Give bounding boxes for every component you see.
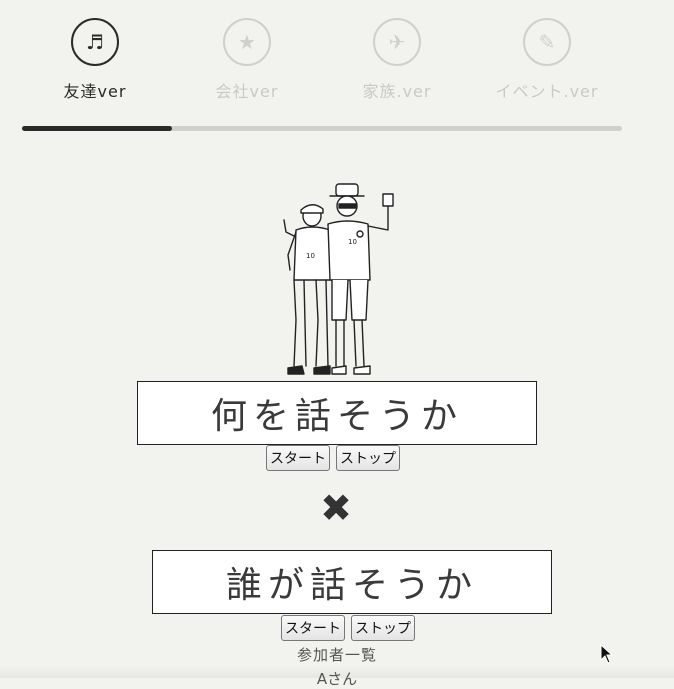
speaker-stop-button[interactable]: ストップ	[351, 615, 415, 641]
tab-event-label: イベント.ver	[495, 82, 599, 101]
cross-icon: ✖	[320, 486, 352, 530]
progress-fill	[22, 126, 172, 131]
mouse-cursor-icon	[600, 644, 614, 664]
speaker-display: 誰が話そうか	[152, 550, 552, 614]
tab-family[interactable]: ✈ 家族.ver	[322, 18, 472, 102]
speaker-controls: スタート ストップ	[281, 615, 415, 641]
topic-stop-button[interactable]: ストップ	[336, 445, 400, 471]
friends-illustration: 10 10	[283, 183, 394, 375]
tab-company-label: 会社ver	[215, 82, 279, 101]
progress-bar	[22, 126, 622, 131]
svg-text:10: 10	[348, 238, 357, 246]
participants-title: 参加者一覧	[296, 646, 377, 664]
star-icon: ★	[223, 18, 271, 66]
version-tabs: ♬ 友達ver ★ 会社ver ✈ 家族.ver ✎ イベント.ver	[20, 18, 624, 108]
music-note-icon: ♬	[71, 18, 119, 66]
svg-text:10: 10	[306, 252, 315, 260]
bottom-edge	[0, 666, 674, 678]
speaker-start-button[interactable]: スタート	[281, 615, 345, 641]
tab-family-label: 家族.ver	[362, 82, 432, 101]
topic-controls: スタート ストップ	[266, 445, 400, 471]
pencil-icon: ✎	[523, 18, 571, 66]
airplane-icon: ✈	[373, 18, 421, 66]
topic-start-button[interactable]: スタート	[266, 445, 330, 471]
tab-friends[interactable]: ♬ 友達ver	[20, 18, 170, 102]
topic-display: 何を話そうか	[137, 381, 537, 445]
tab-company[interactable]: ★ 会社ver	[172, 18, 322, 102]
tab-friends-label: 友達ver	[63, 82, 127, 101]
tab-event[interactable]: ✎ イベント.ver	[472, 18, 622, 102]
